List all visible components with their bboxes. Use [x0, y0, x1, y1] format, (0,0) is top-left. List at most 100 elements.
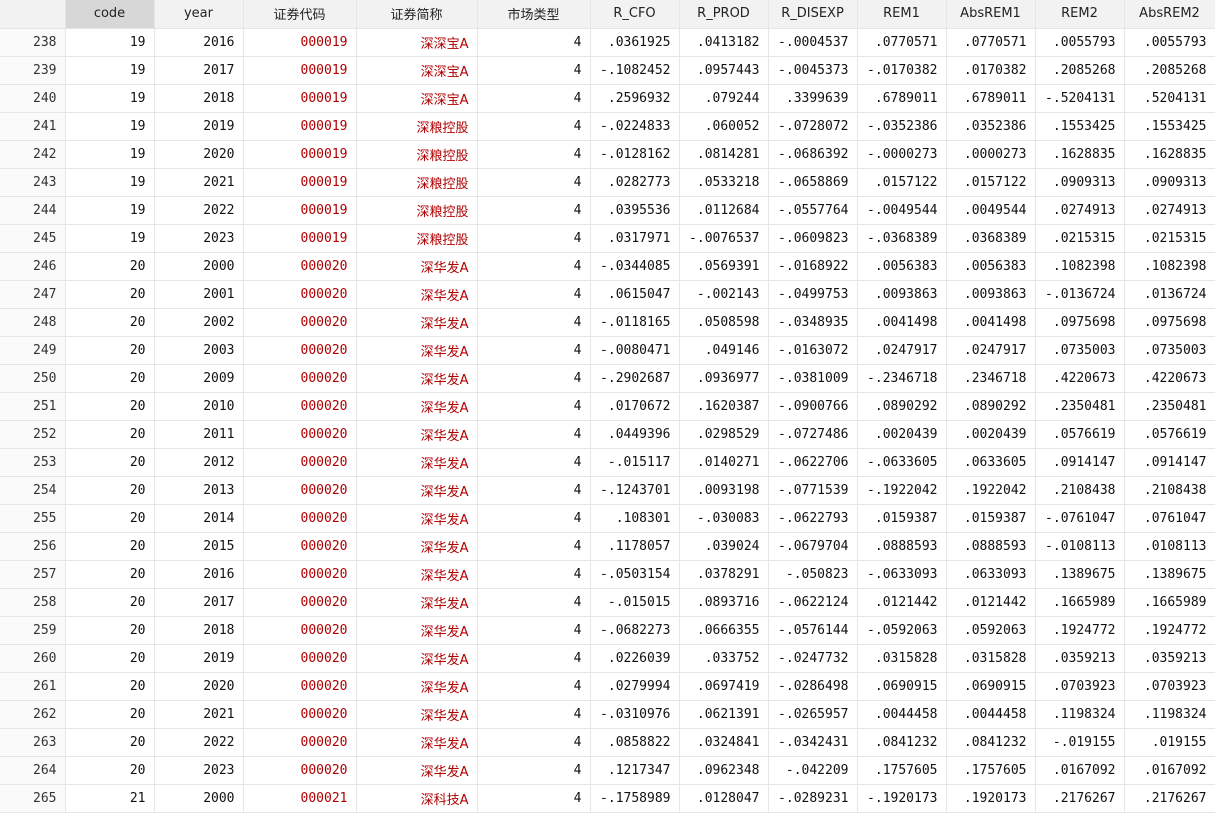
cell-rem1[interactable]: -.0368389	[857, 224, 947, 253]
cell-absrem2[interactable]: .019155	[1124, 728, 1215, 757]
cell-absrem2[interactable]: .5204131	[1124, 84, 1215, 113]
cell-absrem1[interactable]: .0633093	[946, 560, 1036, 589]
cell-code[interactable]: 20	[65, 448, 155, 477]
cell-r-prod[interactable]: .0324841	[679, 728, 769, 757]
column-header-year[interactable]: year	[154, 0, 244, 29]
cell-r-cfo[interactable]: -.2902687	[590, 364, 680, 393]
cell-r-prod[interactable]: .0140271	[679, 448, 769, 477]
cell-r-prod[interactable]: .0697419	[679, 672, 769, 701]
cell-security-name[interactable]: 深华发A	[356, 756, 478, 785]
cell-absrem2[interactable]: .1924772	[1124, 616, 1215, 645]
cell-r-disexp[interactable]: -.0622706	[768, 448, 858, 477]
cell-rem1[interactable]: -.1922042	[857, 476, 947, 505]
cell-market-type[interactable]: 4	[477, 140, 591, 169]
cell-year[interactable]: 2018	[154, 616, 244, 645]
cell-rem1[interactable]: .0888593	[857, 532, 947, 561]
cell-row-number[interactable]: 242	[0, 140, 66, 169]
cell-rem1[interactable]: .0044458	[857, 700, 947, 729]
table-row[interactable]: 238 19 2016 000019 深深宝A 4.0361925.0413182 -.00…	[0, 28, 1215, 57]
cell-r-cfo[interactable]: -.0128162	[590, 140, 680, 169]
cell-absrem1[interactable]: .0170382	[946, 56, 1036, 85]
cell-r-disexp[interactable]: -.0679704	[768, 532, 858, 561]
cell-security-code[interactable]: 000020	[243, 392, 357, 421]
column-header-absrem1[interactable]: AbsREM1	[946, 0, 1036, 29]
cell-absrem1[interactable]: .0093863	[946, 280, 1036, 309]
cell-security-name[interactable]: 深华发A	[356, 728, 478, 757]
cell-security-name[interactable]: 深华发A	[356, 252, 478, 281]
cell-rem2[interactable]: .2176267	[1035, 784, 1125, 813]
cell-year[interactable]: 2010	[154, 392, 244, 421]
cell-r-prod[interactable]: .0957443	[679, 56, 769, 85]
cell-security-name[interactable]: 深科技A	[356, 784, 478, 813]
cell-security-name[interactable]: 深华发A	[356, 532, 478, 561]
cell-rem1[interactable]: .0770571	[857, 28, 947, 57]
cell-security-name[interactable]: 深华发A	[356, 672, 478, 701]
cell-row-number[interactable]: 252	[0, 420, 66, 449]
cell-rem1[interactable]: -.0592063	[857, 616, 947, 645]
cell-code[interactable]: 20	[65, 700, 155, 729]
cell-security-name[interactable]: 深粮控股	[356, 168, 478, 197]
cell-rem2[interactable]: .0215315	[1035, 224, 1125, 253]
cell-r-prod[interactable]: .0814281	[679, 140, 769, 169]
column-header-security-code[interactable]: 证券代码	[243, 0, 357, 29]
cell-security-code[interactable]: 000021	[243, 784, 357, 813]
table-row[interactable]: 246 20 2000 000020 深华发A 4 -.0344085.0569391 -.0…	[0, 252, 1215, 281]
cell-row-number[interactable]: 249	[0, 336, 66, 365]
cell-r-disexp[interactable]: -.0247732	[768, 644, 858, 673]
table-row[interactable]: 255 20 2014 000020 深华发A 4.108301 -.030083 -.062…	[0, 504, 1215, 533]
cell-rem2[interactable]: .0914147	[1035, 448, 1125, 477]
cell-year[interactable]: 2021	[154, 700, 244, 729]
cell-security-code[interactable]: 000020	[243, 280, 357, 309]
cell-r-cfo[interactable]: .1217347	[590, 756, 680, 785]
cell-security-code[interactable]: 000020	[243, 700, 357, 729]
cell-year[interactable]: 2013	[154, 476, 244, 505]
cell-rem1[interactable]: -.0049544	[857, 196, 947, 225]
table-row[interactable]: 251 20 2010 000020 深华发A 4.0170672.1620387 -.09…	[0, 392, 1215, 421]
cell-absrem1[interactable]: .1920173	[946, 784, 1036, 813]
cell-rem2[interactable]: -.019155	[1035, 728, 1125, 757]
table-row[interactable]: 242 19 2020 000019 深粮控股 4 -.0128162.0814281 -.0…	[0, 140, 1215, 169]
cell-market-type[interactable]: 4	[477, 672, 591, 701]
cell-r-disexp[interactable]: -.0686392	[768, 140, 858, 169]
cell-absrem2[interactable]: .4220673	[1124, 364, 1215, 393]
cell-r-disexp[interactable]: -.0622793	[768, 504, 858, 533]
column-header-r-prod[interactable]: R_PROD	[679, 0, 769, 29]
table-row[interactable]: 249 20 2003 000020 深华发A 4 -.0080471.049146 -.01…	[0, 336, 1215, 365]
cell-r-prod[interactable]: .049146	[679, 336, 769, 365]
cell-rem1[interactable]: .0841232	[857, 728, 947, 757]
cell-absrem2[interactable]: .1198324	[1124, 700, 1215, 729]
cell-row-number[interactable]: 261	[0, 672, 66, 701]
cell-market-type[interactable]: 4	[477, 588, 591, 617]
cell-year[interactable]: 2022	[154, 728, 244, 757]
cell-year[interactable]: 2002	[154, 308, 244, 337]
cell-absrem1[interactable]: .0020439	[946, 420, 1036, 449]
cell-r-disexp[interactable]: -.0609823	[768, 224, 858, 253]
cell-row-number[interactable]: 255	[0, 504, 66, 533]
cell-security-code[interactable]: 000020	[243, 476, 357, 505]
cell-absrem2[interactable]: .0914147	[1124, 448, 1215, 477]
cell-security-name[interactable]: 深华发A	[356, 700, 478, 729]
cell-market-type[interactable]: 4	[477, 364, 591, 393]
cell-r-prod[interactable]: .0936977	[679, 364, 769, 393]
cell-r-cfo[interactable]: -.015117	[590, 448, 680, 477]
cell-absrem1[interactable]: .0000273	[946, 140, 1036, 169]
cell-code[interactable]: 19	[65, 112, 155, 141]
cell-year[interactable]: 2016	[154, 28, 244, 57]
cell-r-prod[interactable]: .0962348	[679, 756, 769, 785]
cell-r-cfo[interactable]: -.1758989	[590, 784, 680, 813]
table-row[interactable]: 265 21 2000 000021 深科技A 4 -.1758989.0128047 -.0…	[0, 784, 1215, 813]
cell-r-cfo[interactable]: -.1082452	[590, 56, 680, 85]
table-row[interactable]: 262 20 2021 000020 深华发A 4 -.0310976.0621391 -.0…	[0, 700, 1215, 729]
cell-rem1[interactable]: -.0633093	[857, 560, 947, 589]
cell-r-disexp[interactable]: -.0557764	[768, 196, 858, 225]
cell-rem2[interactable]: .0167092	[1035, 756, 1125, 785]
cell-market-type[interactable]: 4	[477, 196, 591, 225]
cell-r-prod[interactable]: .0666355	[679, 616, 769, 645]
cell-code[interactable]: 20	[65, 644, 155, 673]
cell-security-code[interactable]: 000020	[243, 616, 357, 645]
cell-security-code[interactable]: 000019	[243, 196, 357, 225]
cell-security-code[interactable]: 000020	[243, 308, 357, 337]
cell-absrem2[interactable]: .1665989	[1124, 588, 1215, 617]
cell-security-name[interactable]: 深华发A	[356, 448, 478, 477]
cell-r-cfo[interactable]: -.0080471	[590, 336, 680, 365]
